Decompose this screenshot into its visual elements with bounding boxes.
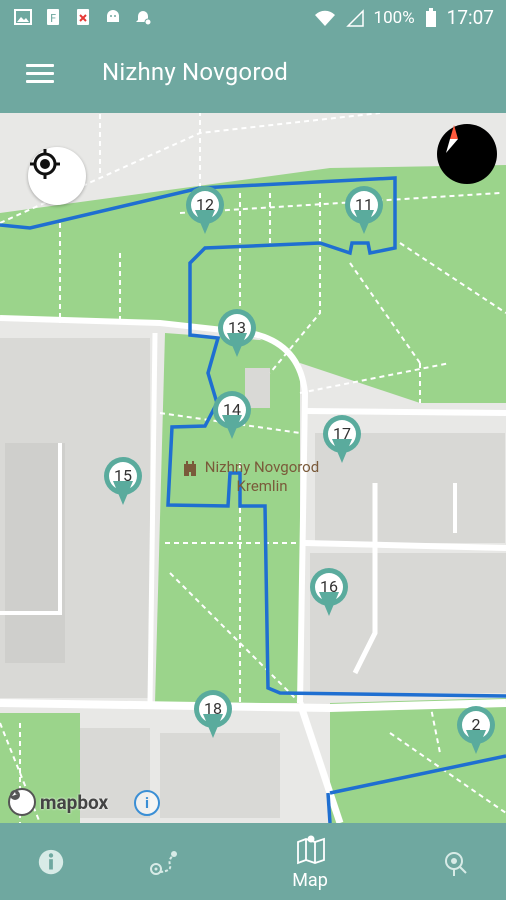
svg-text:F: F xyxy=(50,12,56,25)
clock: 17:07 xyxy=(446,6,494,29)
tour-stop-pin[interactable]: 17 xyxy=(323,415,361,463)
nav-places[interactable] xyxy=(380,823,506,900)
tour-stop-pin[interactable]: 14 xyxy=(213,391,251,439)
tour-stop-pin[interactable]: 2 xyxy=(457,706,495,754)
gallery-icon xyxy=(14,9,32,25)
places-icon xyxy=(445,852,467,876)
tour-stop-pin[interactable]: 12 xyxy=(186,186,224,234)
status-bar: F 100% 17:07 xyxy=(0,0,506,36)
wifi-icon xyxy=(314,10,335,26)
tour-stop-pin[interactable]: 11 xyxy=(345,186,383,234)
battery-percent: 100% xyxy=(373,7,415,28)
attribution-info-button[interactable]: i xyxy=(134,790,160,816)
file-f-icon: F xyxy=(47,9,59,25)
bottom-navigation: Map xyxy=(0,823,506,900)
nav-map[interactable]: Map xyxy=(247,823,373,900)
castle-icon xyxy=(184,461,196,476)
file-error-icon xyxy=(77,9,89,25)
mapbox-logo[interactable]: mapbox xyxy=(8,788,108,816)
nav-map-label: Map xyxy=(292,870,328,891)
route-icon xyxy=(150,851,177,875)
app-bar: Nizhny Novgorod xyxy=(0,36,506,113)
android-icon xyxy=(107,10,119,22)
mapbox-wordmark: mapbox xyxy=(40,790,109,814)
tour-stop-pin[interactable]: 15 xyxy=(104,457,142,505)
page-title: Nizhny Novgorod xyxy=(102,58,289,86)
alarm-icon xyxy=(136,11,152,26)
landmark-name-line2: Kremlin xyxy=(236,477,288,495)
my-location-button[interactable] xyxy=(28,147,86,205)
map-view[interactable]: 12 11 13 14 17 15 16 18 2 Nizhny Novgoro… xyxy=(0,113,506,823)
tour-stop-pin[interactable]: 18 xyxy=(194,690,232,738)
compass-button[interactable] xyxy=(437,124,497,184)
nav-route[interactable] xyxy=(126,823,252,900)
signal-icon xyxy=(345,8,364,27)
landmark-name-line1: Nizhny Novgorod xyxy=(204,458,320,476)
map-icon xyxy=(297,835,325,865)
landmark-label[interactable]: Nizhny Novgorod Kremlin xyxy=(182,458,342,496)
info-icon xyxy=(38,849,64,875)
nav-info[interactable] xyxy=(0,823,126,900)
tour-stop-pin[interactable]: 13 xyxy=(218,309,256,357)
menu-icon[interactable] xyxy=(26,64,54,84)
compass-icon xyxy=(446,125,458,153)
crosshair-icon xyxy=(30,149,60,179)
mapbox-icon xyxy=(8,788,36,816)
tour-stop-pin[interactable]: 16 xyxy=(310,568,348,616)
battery-icon xyxy=(425,7,436,27)
